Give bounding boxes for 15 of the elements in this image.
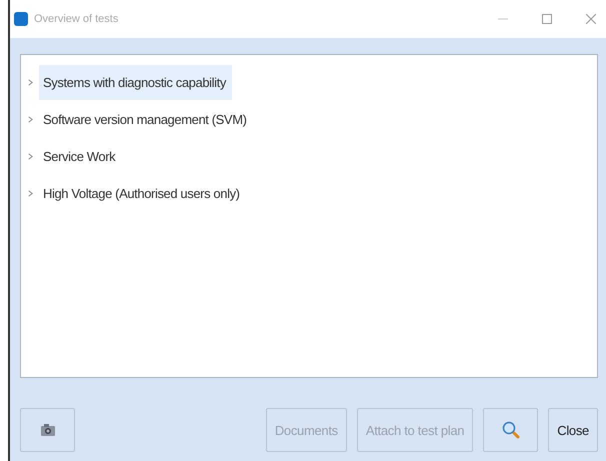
camera-icon[interactable] [20,408,75,452]
expand-icon[interactable] [27,79,34,86]
tree-item[interactable]: Systems with diagnostic capability [39,65,232,100]
search-icon[interactable] [483,408,538,452]
close-icon[interactable] [586,14,596,24]
window-title: Overview of tests [34,13,118,25]
close-button[interactable]: Close [548,408,598,452]
expand-icon[interactable] [27,153,34,160]
tree-item[interactable]: High Voltage (Authorised users only) [39,176,246,211]
maximize-icon[interactable] [542,14,552,24]
expand-icon[interactable] [27,116,34,123]
tree-item[interactable]: Service Work [39,139,122,174]
app-icon [14,12,28,26]
tree-item[interactable]: Software version management (SVM) [39,102,253,137]
expand-icon[interactable] [27,190,34,197]
